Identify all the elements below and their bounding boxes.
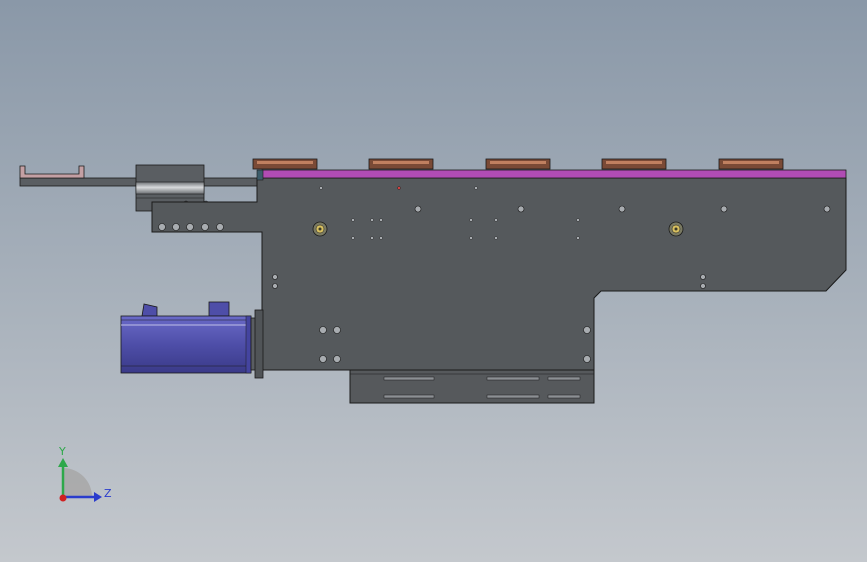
- motor-connector-2: [208, 301, 230, 317]
- z-axis-label: Z: [104, 487, 112, 500]
- carriage-block-5: [718, 158, 784, 170]
- x-axis-origin-icon: [59, 494, 67, 502]
- end-bracket: [19, 165, 85, 179]
- y-axis-label: Y: [58, 445, 66, 458]
- z-axis-arrow: [94, 492, 102, 502]
- rail-carriage-blocks: [252, 158, 784, 170]
- motor-mount-plate: [254, 309, 264, 379]
- carriage-block-3: [485, 158, 551, 170]
- servo-motor: [120, 301, 264, 379]
- top-linear-rail: [261, 169, 847, 179]
- guide-shaft: [135, 181, 205, 195]
- carriage-block-2: [368, 158, 434, 170]
- cad-viewport[interactable]: Y Z: [0, 0, 867, 562]
- carriage-block-1: [252, 158, 318, 170]
- motor-connector-1: [141, 303, 158, 317]
- carriage-block-4: [601, 158, 667, 170]
- coordinate-triad: Y Z: [58, 445, 112, 502]
- y-axis-arrow: [58, 458, 68, 467]
- cad-model-view[interactable]: Y Z: [0, 0, 867, 562]
- bottom-guide-block: [349, 369, 595, 404]
